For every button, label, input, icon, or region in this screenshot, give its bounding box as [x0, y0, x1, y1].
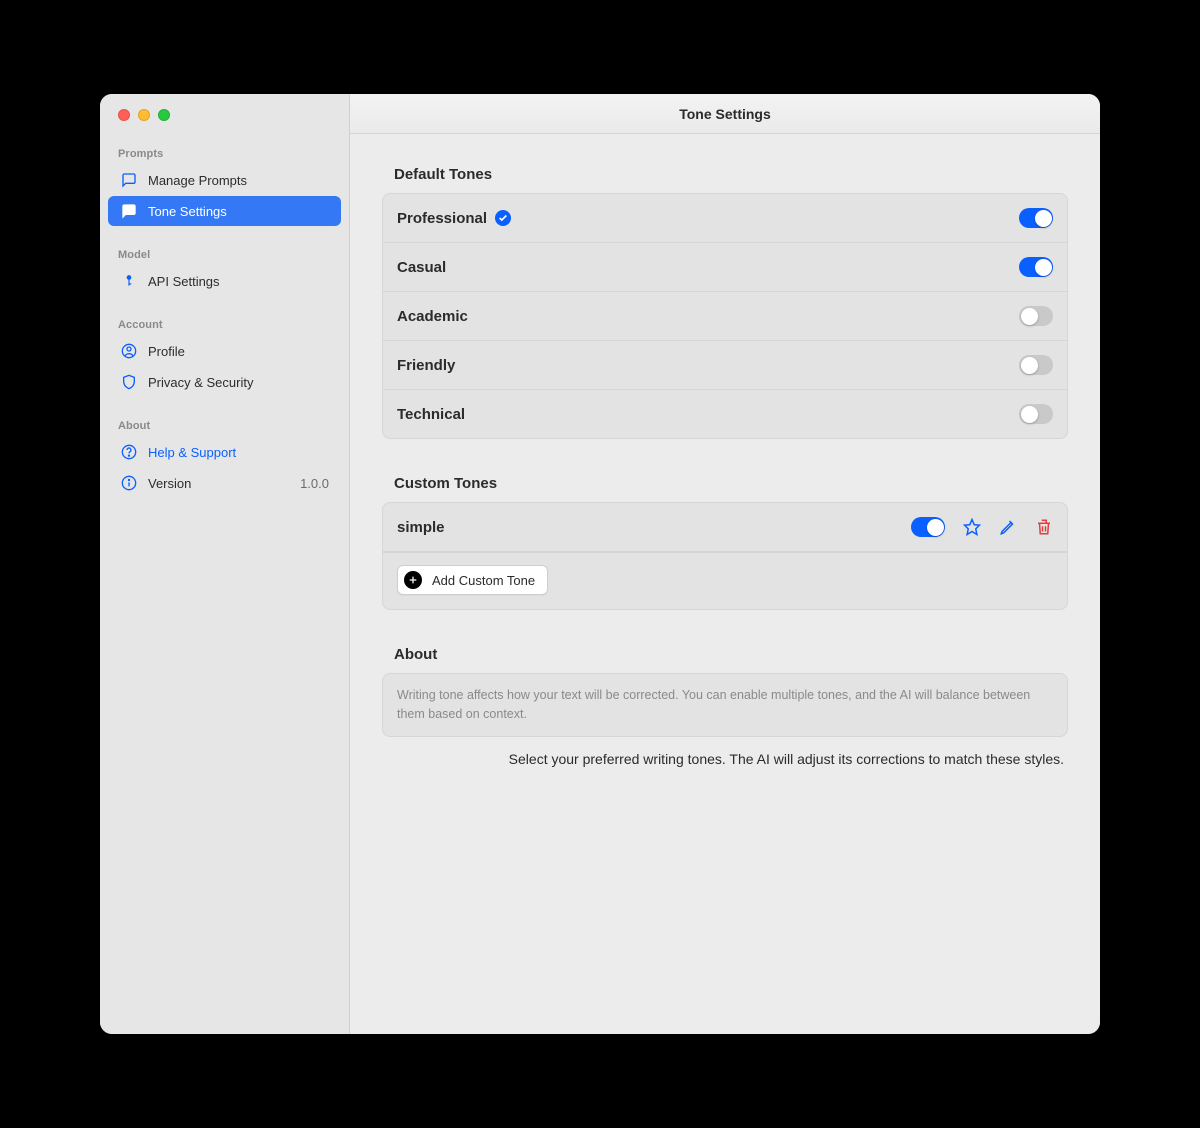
sidebar-item-label: Privacy & Security: [148, 375, 253, 390]
sidebar-item-tone-settings[interactable]: Tone Settings: [108, 196, 341, 226]
tone-name: Technical: [397, 406, 465, 423]
sidebar-section-about: About: [100, 414, 349, 436]
tone-toggle-friendly[interactable]: [1019, 355, 1053, 375]
app-window: Prompts Manage Prompts Tone Settings Mod…: [100, 94, 1100, 1034]
window-controls: [100, 109, 170, 121]
tone-name: Academic: [397, 308, 468, 325]
sidebar-item-version[interactable]: Version 1.0.0: [108, 468, 341, 498]
tone-name: Friendly: [397, 357, 455, 374]
pencil-icon[interactable]: [999, 518, 1017, 536]
default-tones-card: Professional Casual Academic: [382, 193, 1068, 439]
default-tones-title: Default Tones: [394, 166, 1068, 183]
sidebar-item-label: Tone Settings: [148, 204, 227, 219]
tone-row-casual: Casual: [383, 243, 1067, 292]
sidebar-item-label: API Settings: [148, 274, 220, 289]
question-circle-icon: [120, 443, 138, 461]
sidebar-item-label: Profile: [148, 344, 185, 359]
add-custom-tone-label: Add Custom Tone: [432, 573, 535, 588]
tone-name: Casual: [397, 259, 446, 276]
page-title: Tone Settings: [350, 94, 1100, 134]
key-icon: [120, 272, 138, 290]
shield-icon: [120, 373, 138, 391]
info-circle-icon: [120, 474, 138, 492]
tone-row-professional: Professional: [383, 194, 1067, 243]
tone-name: simple: [397, 519, 445, 536]
tone-row-friendly: Friendly: [383, 341, 1067, 390]
chat-icon: [120, 202, 138, 220]
custom-tones-title: Custom Tones: [394, 475, 1068, 492]
sidebar: Prompts Manage Prompts Tone Settings Mod…: [100, 94, 350, 1034]
sidebar-section-model: Model: [100, 243, 349, 265]
sidebar-item-profile[interactable]: Profile: [108, 336, 341, 366]
custom-tones-card: simple: [382, 502, 1068, 610]
sidebar-item-label: Version: [148, 476, 191, 491]
sidebar-item-label: Manage Prompts: [148, 173, 247, 188]
sidebar-section-prompts: Prompts: [100, 142, 349, 164]
content-pane: Tone Settings Default Tones Professional: [350, 94, 1100, 1034]
sidebar-item-privacy-security[interactable]: Privacy & Security: [108, 367, 341, 397]
tone-toggle-technical[interactable]: [1019, 404, 1053, 424]
plus-circle-icon: [404, 571, 422, 589]
version-number: 1.0.0: [300, 476, 329, 491]
trash-icon[interactable]: [1035, 518, 1053, 536]
sidebar-item-api-settings[interactable]: API Settings: [108, 266, 341, 296]
custom-tone-toggle-simple[interactable]: [911, 517, 945, 537]
sidebar-item-label: Help & Support: [148, 445, 236, 460]
sidebar-item-help-support[interactable]: Help & Support: [108, 437, 341, 467]
chat-icon: [120, 171, 138, 189]
tone-toggle-academic[interactable]: [1019, 306, 1053, 326]
star-icon[interactable]: [963, 518, 981, 536]
tone-name: Professional: [397, 210, 487, 227]
about-title: About: [394, 646, 1068, 663]
add-custom-tone-button[interactable]: Add Custom Tone: [397, 565, 548, 595]
custom-tone-row-simple: simple: [383, 503, 1067, 552]
user-circle-icon: [120, 342, 138, 360]
tone-row-academic: Academic: [383, 292, 1067, 341]
about-description: Writing tone affects how your text will …: [382, 673, 1068, 737]
tone-toggle-casual[interactable]: [1019, 257, 1053, 277]
sidebar-item-manage-prompts[interactable]: Manage Prompts: [108, 165, 341, 195]
minimize-window-button[interactable]: [138, 109, 150, 121]
default-badge-icon: [495, 210, 511, 226]
zoom-window-button[interactable]: [158, 109, 170, 121]
tone-row-technical: Technical: [383, 390, 1067, 438]
about-footer-note: Select your preferred writing tones. The…: [382, 751, 1068, 767]
tone-toggle-professional[interactable]: [1019, 208, 1053, 228]
sidebar-section-account: Account: [100, 313, 349, 335]
close-window-button[interactable]: [118, 109, 130, 121]
